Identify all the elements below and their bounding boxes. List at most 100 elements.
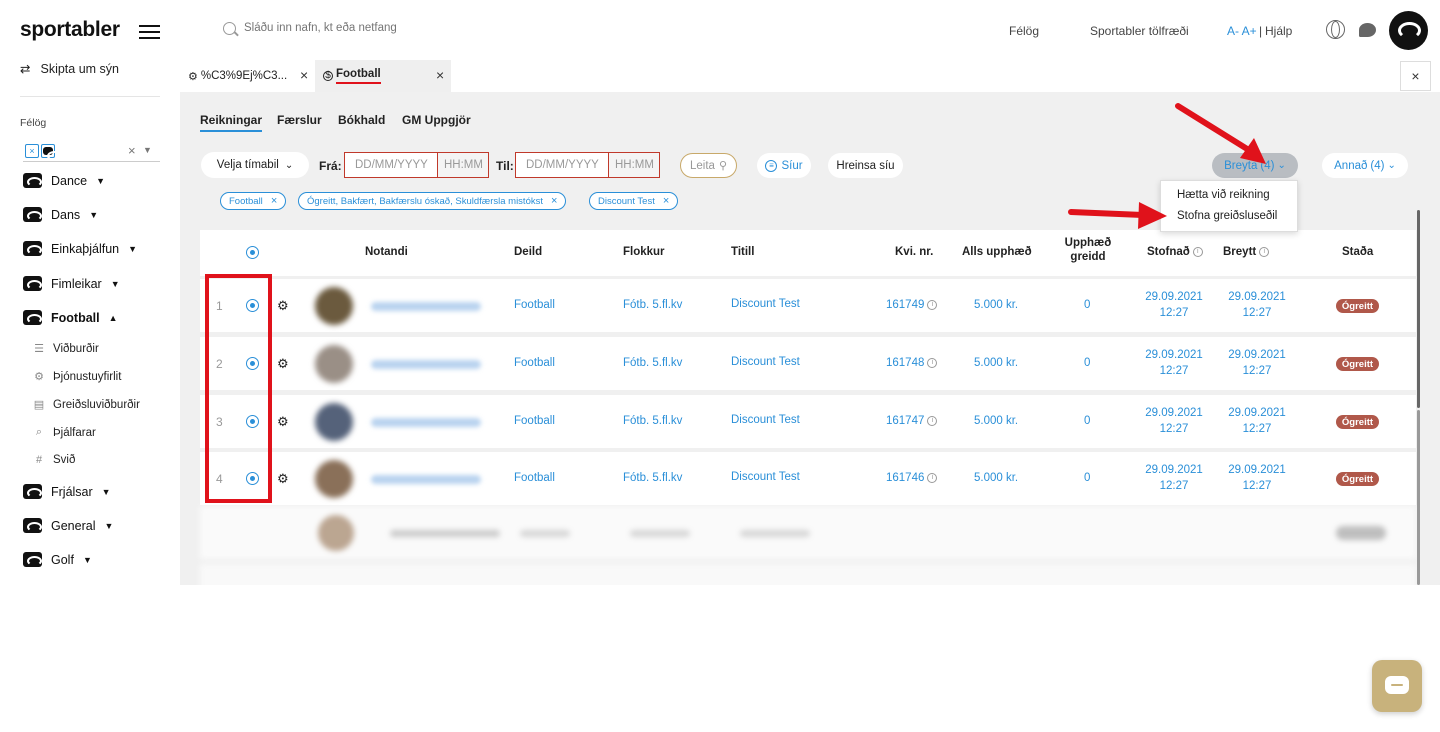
table-row[interactable]: 1 ⚙ Football Fótb. 5.fl.kv Discount Test 1617… [200, 279, 1416, 332]
sidebar-sport-item[interactable]: Fimleikar ▼ [23, 276, 120, 291]
col-paid-amount[interactable]: Upphæð greidd [1063, 237, 1113, 263]
sidebar-subitem[interactable]: ⚙ Þjónustuyfirlit [33, 370, 121, 384]
table-row[interactable]: 4 ⚙ Football Fótb. 5.fl.kv Discount Test 1617… [200, 452, 1416, 505]
close-tab-icon[interactable]: × [300, 67, 308, 83]
chevron-down-icon[interactable]: ▼ [104, 521, 113, 531]
close-icon[interactable]: × [271, 195, 277, 207]
selected-tag-remove-icon[interactable]: × [25, 144, 39, 158]
menu-item-create-payment-slip[interactable]: Stofna greiðsluseðil [1177, 210, 1277, 222]
table-row[interactable]: 2 ⚙ Football Fótb. 5.fl.kv Discount Test 1617… [200, 337, 1416, 390]
category-link[interactable]: Fótb. 5.fl.kv [623, 299, 682, 311]
col-user[interactable]: Notandi [365, 246, 408, 258]
edit-dropdown-button[interactable]: Breyta (4) ⌄ [1212, 153, 1298, 178]
gear-icon[interactable]: ⚙ [277, 414, 289, 430]
chevron-down-icon[interactable]: ▼ [111, 279, 120, 289]
info-icon[interactable]: i [927, 415, 938, 426]
clear-filter-button[interactable]: Hreinsa síu [828, 153, 903, 178]
subnav-accounting[interactable]: Bókhald [338, 113, 385, 127]
from-date-field[interactable]: DD/MM/YYYY HH:MM [344, 152, 489, 178]
subnav-invoices[interactable]: Reikningar [200, 113, 263, 132]
user-avatar[interactable] [1389, 11, 1428, 50]
from-time-input[interactable]: HH:MM [437, 153, 488, 177]
user-cell-blurred[interactable] [301, 395, 491, 448]
sidebar-subitem[interactable]: ▤ Greiðsluviðburðir [33, 398, 140, 412]
title-link[interactable]: Discount Test [731, 471, 800, 483]
select-all-radio[interactable] [246, 246, 259, 259]
invoice-number[interactable]: 161748 i [886, 357, 938, 369]
user-cell-blurred[interactable] [301, 279, 491, 332]
col-department[interactable]: Deild [514, 246, 542, 258]
col-title[interactable]: Titill [731, 246, 754, 258]
invoice-number[interactable]: 161747 i [886, 415, 938, 427]
filter-tag[interactable]: Football × [220, 192, 287, 210]
sidebar-sport-item[interactable]: Football ▲ [23, 310, 118, 325]
row-select-radio[interactable] [246, 357, 259, 370]
header-link-help[interactable]: Hjálp [1265, 24, 1292, 38]
search-button[interactable]: Leita ⚲ [680, 153, 737, 178]
font-size-toggle[interactable]: A- A+ [1227, 24, 1257, 38]
col-category[interactable]: Flokkur [623, 246, 665, 258]
department-link[interactable]: Football [514, 472, 555, 484]
gear-icon[interactable]: ⚙ [277, 471, 289, 487]
hamburger-menu-icon[interactable] [139, 25, 160, 39]
table-row[interactable]: 3 ⚙ Football Fótb. 5.fl.kv Discount Test 1617… [200, 395, 1416, 448]
global-search-input[interactable] [244, 22, 544, 34]
header-link-clubs[interactable]: Félög [1009, 24, 1039, 38]
clear-selection-icon[interactable]: × [128, 143, 136, 158]
invoice-number[interactable]: 161749 i [886, 299, 938, 311]
chevron-down-icon[interactable]: ▼ [102, 487, 111, 497]
title-link[interactable]: Discount Test [731, 298, 800, 310]
tab-football[interactable]: $ Football × [315, 60, 451, 92]
sidebar-subitem[interactable]: ⌕ Þjálfarar [33, 426, 96, 439]
chevron-down-icon[interactable]: ▼ [128, 244, 137, 254]
sidebar-sport-item[interactable]: Frjálsar ▼ [23, 484, 111, 499]
sidebar-subitem[interactable]: ☰ Viðburðir [33, 342, 99, 356]
to-date-field[interactable]: DD/MM/YYYY HH:MM [515, 152, 660, 178]
to-date-input[interactable]: DD/MM/YYYY [516, 153, 608, 177]
col-invoice-number[interactable]: Kvi. nr. [895, 246, 933, 258]
other-dropdown-button[interactable]: Annað (4) ⌄ [1322, 153, 1408, 178]
close-all-tabs-button[interactable]: × [1400, 61, 1431, 91]
chevron-down-icon[interactable]: ▼ [143, 145, 152, 155]
close-icon[interactable]: × [663, 195, 669, 207]
app-logo[interactable]: sportabler [20, 18, 120, 42]
col-status[interactable]: Staða [1342, 246, 1373, 258]
chat-support-button[interactable] [1372, 660, 1422, 712]
filters-button[interactable]: ≡ Síur [757, 153, 811, 178]
chevron-down-icon[interactable]: ▼ [83, 555, 92, 565]
row-select-radio[interactable] [246, 299, 259, 312]
from-date-input[interactable]: DD/MM/YYYY [345, 153, 437, 177]
sidebar-sport-item[interactable]: Dans ▼ [23, 207, 98, 222]
filter-tag[interactable]: Discount Test × [589, 192, 679, 210]
period-select[interactable]: Velja tímabil ⌄ [201, 152, 309, 178]
sidebar-sport-item[interactable]: Dance ▼ [23, 173, 105, 188]
filter-tag[interactable]: Ógreitt, Bakfært, Bakfærslu óskað, Skuld… [298, 192, 567, 210]
close-tab-icon[interactable]: × [436, 67, 444, 83]
chat-icon[interactable] [1359, 23, 1376, 37]
col-total-amount[interactable]: Alls upphæð [962, 246, 1032, 258]
menu-item-cancel-invoice[interactable]: Hætta við reikning [1177, 189, 1270, 201]
info-icon[interactable]: i [927, 299, 938, 310]
row-select-radio[interactable] [246, 472, 259, 485]
category-link[interactable]: Fótb. 5.fl.kv [623, 357, 682, 369]
sidebar-sport-item[interactable]: General ▼ [23, 518, 113, 533]
gear-icon[interactable]: ⚙ [277, 298, 289, 314]
globe-icon[interactable] [1326, 20, 1345, 39]
department-link[interactable]: Football [514, 299, 555, 311]
info-icon[interactable]: i [927, 357, 938, 368]
sidebar-sport-item[interactable]: Golf ▼ [23, 552, 92, 567]
department-link[interactable]: Football [514, 415, 555, 427]
gear-icon[interactable]: ⚙ [277, 356, 289, 372]
title-link[interactable]: Discount Test [731, 414, 800, 426]
subnav-gm-settlement[interactable]: GM Uppgjör [402, 113, 471, 127]
invoice-number[interactable]: 161746 i [886, 472, 938, 484]
tab-club-page[interactable]: ⚙ %C3%9Ej%C3... × [180, 60, 315, 92]
info-icon[interactable]: i [927, 472, 938, 483]
subnav-transactions[interactable]: Færslur [277, 113, 322, 127]
title-link[interactable]: Discount Test [731, 356, 800, 368]
col-created[interactable]: Stofnað i [1147, 246, 1203, 258]
row-select-radio[interactable] [246, 415, 259, 428]
col-modified[interactable]: Breytt i [1223, 246, 1270, 258]
user-cell-blurred[interactable] [301, 452, 491, 505]
scrollbar[interactable] [1417, 210, 1420, 408]
